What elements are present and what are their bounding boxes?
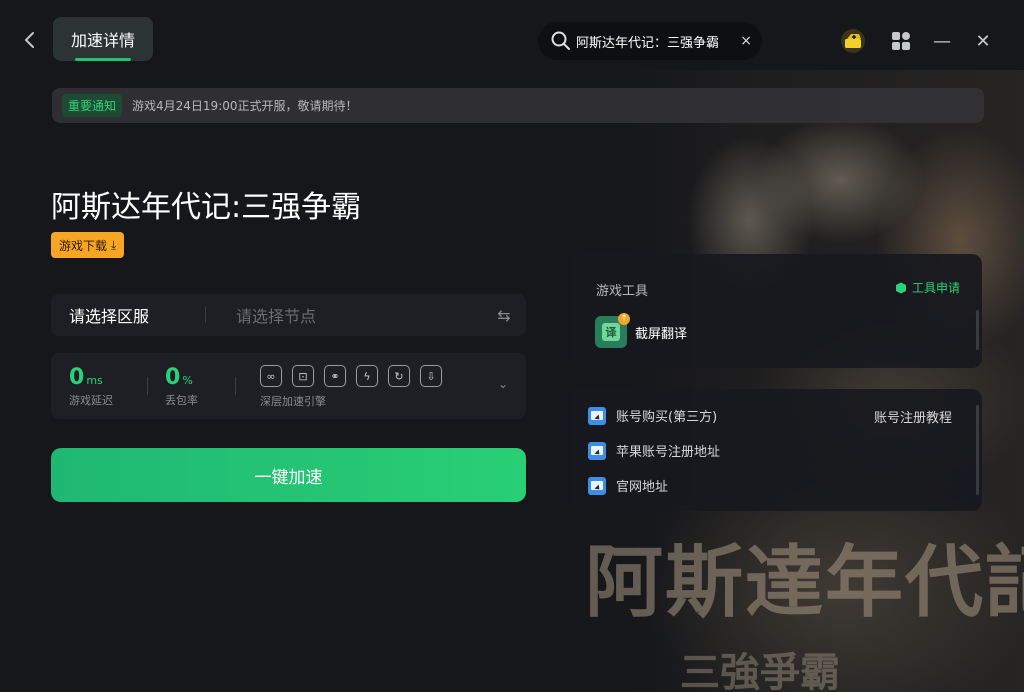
apps-grid-button[interactable]	[888, 28, 914, 54]
one-click-accelerate-button[interactable]: 一键加速	[51, 448, 526, 502]
search-icon	[551, 31, 570, 50]
tool-item-screenshot-translate[interactable]: 译 ↑ 截屏翻译	[595, 313, 688, 348]
tab-active-indicator	[75, 58, 131, 61]
links-panel: 账号购买(第三方) 苹果账号注册地址 官网地址 账号注册教程	[572, 389, 982, 511]
download-label: 游戏下载	[59, 238, 108, 253]
packet-loss-value: 0	[165, 365, 181, 390]
minimize-button[interactable]: —	[929, 28, 955, 54]
swap-icon[interactable]: ⇆	[482, 306, 526, 325]
gift-box-button[interactable]	[840, 28, 866, 54]
link-label: 账号购买(第三方)	[616, 410, 718, 425]
link-account-register-tutorial[interactable]: 账号注册教程	[874, 407, 952, 426]
notice-text: 游戏4月24日19:00正式开服，敬请期待！	[132, 99, 358, 113]
stats-panel: 0 ms 游戏延迟 0% 丢包率 ∞ ⊡ ⚭ ϟ ↻ ⇩ 深层加速引擎 ⌄	[51, 353, 526, 419]
engine-download-icon[interactable]: ⇩	[420, 365, 442, 387]
packet-loss-stat: 0% 丢包率	[165, 365, 198, 408]
chevron-left-icon	[24, 32, 34, 48]
background-game-logo: 阿斯達年代記	[585, 537, 1024, 628]
latency-label: 游戏延迟	[69, 394, 113, 407]
upload-badge-icon: ↑	[618, 313, 630, 325]
translate-tool-icon: 译 ↑	[595, 313, 630, 348]
engine-link-icon[interactable]: ∞	[260, 365, 282, 387]
server-node-selector: 请选择区服 请选择节点 ⇆	[51, 294, 526, 336]
link-account-purchase[interactable]: 账号购买(第三方)	[588, 406, 717, 425]
node-select[interactable]: 请选择节点	[206, 303, 482, 327]
game-search-pill[interactable]: 阿斯达年代记：三强争霸 ×	[538, 22, 762, 60]
web-link-icon	[588, 476, 606, 495]
close-window-button[interactable]: ✕	[970, 28, 996, 54]
download-icon: ⤓	[111, 237, 117, 252]
apps-grid-icon	[892, 32, 910, 50]
packet-loss-unit: %	[182, 374, 193, 387]
tool-apply-link[interactable]: 工具申请	[895, 279, 960, 296]
translate-icon-glyph: 译	[602, 323, 620, 341]
engine-window-icon[interactable]: ⊡	[292, 365, 314, 387]
tab-label: 加速详情	[70, 31, 135, 50]
latency-unit: ms	[86, 374, 103, 387]
tools-panel-title: 游戏工具	[596, 284, 649, 299]
cube-icon	[895, 282, 906, 293]
link-label: 官网地址	[616, 480, 669, 495]
tools-scrollbar[interactable]	[976, 310, 979, 350]
gift-box-icon	[841, 29, 865, 53]
tab-acceleration-details[interactable]: 加速详情	[53, 17, 153, 61]
region-select[interactable]: 请选择区服	[51, 303, 205, 327]
latency-stat: 0 ms 游戏延迟	[69, 365, 113, 408]
notice-badge: 重要通知	[62, 94, 123, 117]
tool-apply-label: 工具申请	[911, 281, 960, 295]
latency-value: 0	[69, 365, 85, 390]
link-apple-account-register[interactable]: 苹果账号注册地址	[588, 441, 720, 460]
engine-label: 深层加速引擎	[260, 395, 326, 408]
stat-divider	[235, 377, 236, 395]
stat-divider	[147, 377, 148, 395]
engine-refresh-icon[interactable]: ↻	[388, 365, 410, 387]
link-official-site[interactable]: 官网地址	[588, 476, 668, 495]
game-download-button[interactable]: 游戏下载 ⤓	[51, 232, 125, 258]
link-label: 苹果账号注册地址	[616, 445, 721, 460]
links-scrollbar[interactable]	[976, 405, 979, 495]
engine-lightning-icon[interactable]: ϟ	[356, 365, 378, 387]
packet-loss-label: 丢包率	[165, 394, 198, 407]
search-text: 阿斯达年代记：三强争霸	[576, 35, 720, 51]
chevron-down-icon[interactable]: ⌄	[498, 377, 508, 391]
game-title: 阿斯达年代记:三强争霸	[51, 190, 362, 225]
notice-bar: 重要通知 游戏4月24日19:00正式开服，敬请期待！	[52, 88, 984, 123]
back-button[interactable]	[18, 26, 42, 54]
engine-icon-row: ∞ ⊡ ⚭ ϟ ↻ ⇩	[260, 365, 442, 387]
game-tools-panel: 游戏工具 工具申请 译 ↑ 截屏翻译	[572, 254, 982, 368]
engine-chain-icon[interactable]: ⚭	[324, 365, 346, 387]
web-link-icon	[588, 406, 606, 425]
tool-name: 截屏翻译	[635, 326, 688, 342]
clear-search-button[interactable]: ×	[740, 33, 752, 49]
web-link-icon	[588, 441, 606, 460]
background-game-logo-subtitle: 三強爭霸	[680, 649, 840, 692]
